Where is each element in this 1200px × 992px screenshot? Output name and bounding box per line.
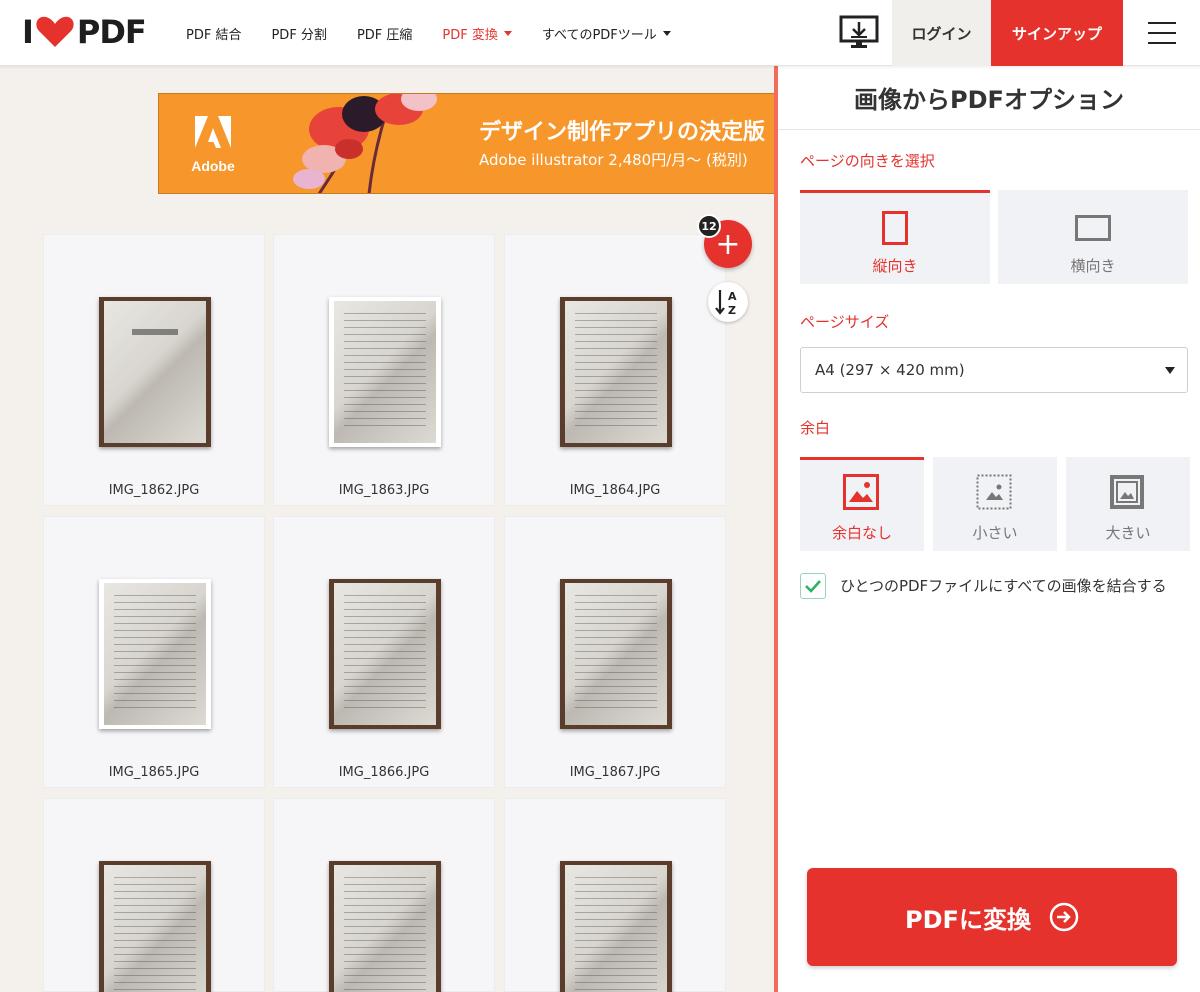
image-small-margin-icon (976, 474, 1012, 510)
menu-line (1148, 22, 1176, 24)
arrow-right-circle-icon (1049, 902, 1079, 932)
orientation-portrait-option[interactable]: 縦向き (800, 190, 990, 284)
sidebar-title: 画像からPDFオプション (778, 66, 1200, 130)
menu-line (1148, 32, 1176, 34)
file-name: IMG_1867.JPG (569, 765, 661, 780)
nav-label: PDF 変換 (442, 27, 498, 43)
margin-small-option[interactable]: 小さい (933, 457, 1057, 551)
orientation-option-label: 横向き (1070, 257, 1116, 275)
file-name: IMG_1862.JPG (108, 483, 200, 498)
file-count-badge: 12 (697, 214, 721, 238)
signup-button[interactable]: サインアップ (991, 0, 1123, 66)
merge-checkbox-label[interactable]: ひとつのPDFファイルにすべての画像を結合する (840, 573, 1190, 600)
file-thumbnail (329, 579, 441, 729)
nav-split-pdf[interactable]: PDF 分割 (271, 24, 326, 43)
chevron-down-icon (503, 30, 512, 36)
ilovepdf-logo[interactable]: I PDF (22, 13, 147, 51)
page-size-label: ページサイズ (800, 313, 890, 331)
logo-text-left: I (22, 13, 34, 51)
chevron-down-icon (662, 30, 671, 36)
file-name: IMG_1863.JPG (338, 483, 430, 498)
nav-convert-pdf[interactable]: PDF 変換 (442, 24, 512, 43)
margin-option-label: 大きい (1105, 524, 1151, 542)
file-thumbnail (560, 297, 672, 447)
desktop-app-button[interactable] (826, 0, 892, 66)
options-sidebar: 画像からPDFオプション ページの向きを選択 縦向き 横向き ページサイズ A4… (774, 66, 1200, 992)
orientation-label: ページの向きを選択 (800, 152, 935, 170)
margin-label: 余白 (800, 419, 831, 437)
page-size-select[interactable]: A4 (297 × 420 mm) (800, 347, 1188, 393)
file-thumbnail (560, 579, 672, 729)
svg-text:Z: Z (728, 304, 736, 317)
ad-headline: デザイン制作アプリの決定版 (479, 120, 766, 145)
file-name: IMG_1864.JPG (569, 483, 661, 498)
file-name: IMG_1865.JPG (108, 765, 200, 780)
checkmark-icon (805, 580, 821, 593)
adobe-a-icon (195, 116, 231, 148)
heart-icon (36, 16, 74, 47)
svg-text:A: A (728, 290, 737, 303)
image-large-margin-icon (1110, 475, 1144, 509)
nav-label: すべてのPDFツール (541, 27, 657, 43)
nav-all-tools[interactable]: すべてのPDFツール (542, 24, 671, 43)
convert-to-pdf-button[interactable]: PDFに変換 (807, 868, 1177, 966)
login-button[interactable]: ログイン (892, 0, 991, 66)
file-card[interactable] (273, 798, 495, 992)
top-header: I PDF PDF 結合 PDF 分割 PDF 圧縮 PDF 変換 すべてのPD… (0, 0, 1200, 66)
sort-az-icon: A Z (715, 290, 737, 317)
file-card[interactable] (504, 798, 726, 992)
orientation-option-label: 縦向き (872, 257, 918, 275)
merge-checkbox[interactable] (800, 573, 826, 599)
page-size-value: A4 (297 × 420 mm) (815, 361, 965, 379)
menu-line (1148, 42, 1176, 44)
nav-label: PDF 結合 (186, 27, 242, 43)
file-card[interactable]: IMG_1862.JPG (43, 234, 265, 506)
file-card[interactable]: IMG_1864.JPG (504, 234, 726, 506)
margin-none-option[interactable]: 余白なし (800, 457, 924, 551)
file-thumbnail (329, 861, 441, 992)
nav-merge-pdf[interactable]: PDF 結合 (186, 24, 241, 43)
file-card[interactable]: IMG_1863.JPG (273, 234, 495, 506)
logo-text-right: PDF (76, 13, 147, 51)
ad-brand-name: Adobe (191, 158, 235, 174)
nav-label: PDF 圧縮 (356, 27, 413, 43)
file-name: IMG_1866.JPG (338, 765, 430, 780)
landscape-page-icon (1075, 215, 1111, 241)
nav-label: PDF 分割 (271, 27, 327, 43)
file-thumbnail (99, 579, 211, 729)
file-thumbnail (560, 861, 672, 992)
nav-compress-pdf[interactable]: PDF 圧縮 (357, 24, 412, 43)
file-card[interactable]: IMG_1866.JPG (273, 516, 495, 788)
sort-az-button[interactable]: A Z (708, 282, 748, 322)
file-card[interactable] (43, 798, 265, 992)
file-thumbnail (99, 297, 211, 447)
hamburger-menu-icon[interactable] (1140, 18, 1184, 48)
image-no-margin-icon (843, 474, 879, 510)
convert-button-label: PDFに変換 (905, 905, 1031, 934)
margin-option-label: 余白なし (831, 524, 892, 542)
file-card[interactable]: IMG_1867.JPG (504, 516, 726, 788)
ad-subtext: Adobe illustrator 2,480円/月～ (税別) (479, 151, 748, 169)
orientation-landscape-option[interactable]: 横向き (998, 190, 1188, 284)
adobe-logo: Adobe (189, 116, 237, 174)
flower-illustration (293, 94, 437, 193)
margin-large-option[interactable]: 大きい (1066, 457, 1190, 551)
desktop-download-icon (839, 15, 879, 48)
ad-banner[interactable]: Adobe デザイン制作アプリの決定版 Adobe illustrator 2,… (158, 93, 778, 194)
file-thumbnail (99, 861, 211, 992)
file-thumbnail (329, 297, 441, 447)
portrait-page-icon (882, 211, 908, 245)
main-nav: PDF 結合 PDF 分割 PDF 圧縮 PDF 変換 すべてのPDFツール (186, 0, 701, 66)
file-card[interactable]: IMG_1865.JPG (43, 516, 265, 788)
chevron-down-icon (1165, 367, 1175, 374)
margin-option-label: 小さい (972, 524, 1018, 542)
